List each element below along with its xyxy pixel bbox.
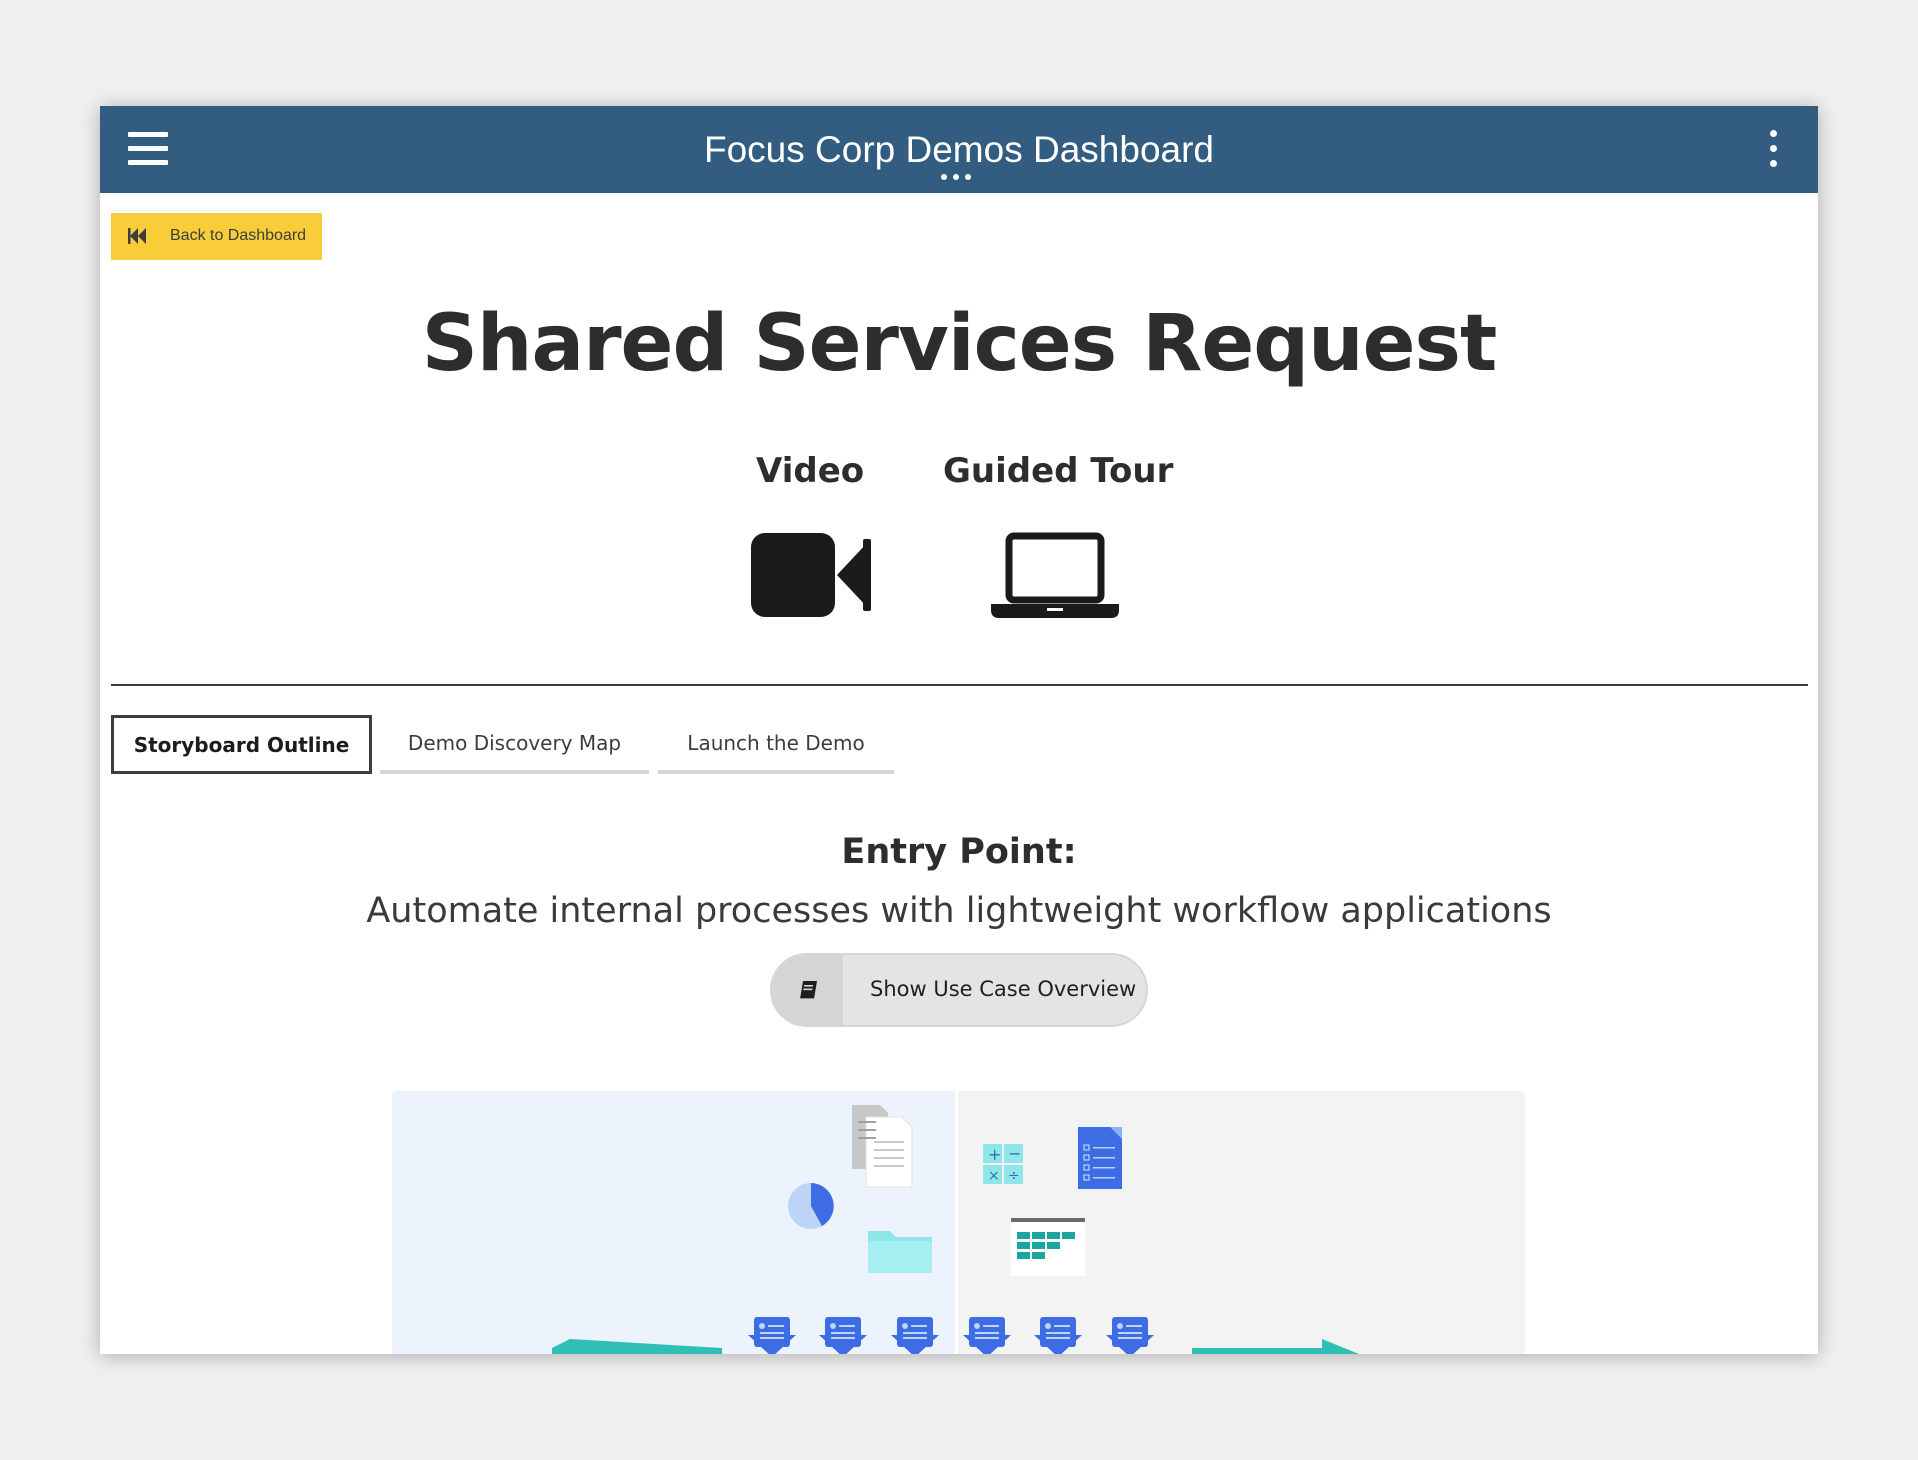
workflow-illustration: + − × ÷ — [392, 1091, 1525, 1354]
svg-text:−: − — [1008, 1144, 1021, 1163]
app-window: Focus Corp Demos Dashboard Back to Dashb… — [100, 106, 1818, 1354]
guided-tour-label: Guided Tour — [943, 451, 1174, 491]
svg-text:÷: ÷ — [1008, 1168, 1020, 1184]
tab-demo-discovery-map[interactable]: Demo Discovery Map — [380, 715, 649, 774]
laptop-icon[interactable] — [991, 532, 1119, 618]
kanban-board-icon — [1011, 1218, 1085, 1276]
checklist-icon — [1078, 1127, 1122, 1189]
folder-icon — [868, 1231, 932, 1273]
section-divider — [111, 684, 1808, 686]
svg-text:×: × — [988, 1168, 1000, 1184]
video-label: Video — [756, 451, 865, 491]
app-title: Focus Corp Demos Dashboard — [704, 128, 1214, 170]
tab-launch-the-demo[interactable]: Launch the Demo — [658, 715, 894, 774]
kebab-menu-icon[interactable] — [1770, 130, 1778, 168]
header-bar: Focus Corp Demos Dashboard — [100, 106, 1818, 193]
back-button-label: Back to Dashboard — [170, 227, 307, 244]
tab-storyboard-outline[interactable]: Storyboard Outline — [111, 715, 372, 774]
double-chevron-left-icon — [128, 228, 146, 244]
book-icon — [800, 981, 817, 1000]
video-camera-icon[interactable] — [751, 533, 871, 617]
hamburger-menu-icon[interactable] — [128, 132, 168, 166]
page-title: Shared Services Request — [421, 299, 1497, 389]
entry-point-subtitle: Automate internal processes with lightwe… — [366, 891, 1552, 931]
svg-text:+: + — [988, 1145, 1001, 1164]
entry-point-heading: Entry Point: — [841, 832, 1077, 872]
show-use-case-overview-button[interactable]: Show Use Case Overview — [770, 953, 1148, 1027]
pie-chart-icon — [788, 1183, 834, 1229]
back-to-dashboard-button[interactable]: Back to Dashboard — [111, 213, 322, 260]
button-icon-cell — [772, 955, 843, 1025]
drag-handle-icon[interactable] — [941, 174, 973, 182]
use-case-button-label: Show Use Case Overview — [870, 977, 1137, 1001]
